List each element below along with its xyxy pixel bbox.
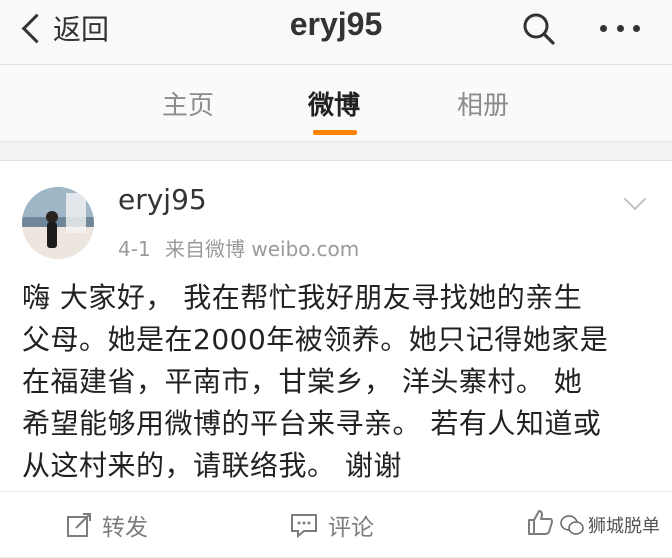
tab-weibo[interactable]: 微博	[308, 85, 360, 122]
comment-icon	[291, 514, 317, 538]
repost-button[interactable]: 转发	[66, 508, 148, 542]
active-tab-indicator	[313, 130, 357, 135]
repost-icon	[67, 513, 91, 537]
comment-label: 评论	[328, 515, 374, 541]
avatar[interactable]	[22, 187, 94, 259]
top-navigation-bar: 返回 eryj95	[0, 0, 672, 65]
post-source: 来自微博 weibo.com	[165, 237, 360, 261]
search-icon[interactable]	[522, 12, 556, 46]
post-meta: 4-1 来自微博 weibo.com	[118, 233, 359, 262]
post-content-line: 希望能够用微博的平台来寻亲。 若有人知道或	[22, 407, 602, 440]
post-content-line: 在福建省，平南市，甘棠乡， 洋头寨村。 她	[22, 365, 583, 398]
post-date: 4-1	[118, 237, 151, 261]
tab-home[interactable]: 主页	[162, 85, 214, 122]
tab-album[interactable]: 相册	[457, 85, 509, 122]
thumbs-up-icon	[528, 510, 553, 535]
post-content-line: 父母。她是在2000年被领养。她只记得她家是	[22, 323, 609, 356]
watermark: 狮城脱单	[560, 512, 660, 538]
page-title: eryj95	[289, 6, 383, 42]
post-options-chevron-icon[interactable]	[623, 187, 647, 211]
post-content: 嗨 大家好， 我在帮忙我好朋友寻找她的亲生 父母。她是在2000年被领养。她只记…	[22, 277, 652, 487]
post-content-line: 嗨 大家好， 我在帮忙我好朋友寻找她的亲生	[22, 281, 583, 314]
watermark-text: 狮城脱单	[588, 516, 660, 537]
weibo-post-card: eryj95 4-1 来自微博 weibo.com 嗨 大家好， 我在帮忙我好朋…	[0, 160, 672, 557]
like-button[interactable]	[526, 508, 564, 536]
wechat-icon	[560, 515, 584, 535]
more-options-icon[interactable]	[600, 18, 640, 38]
repost-label: 转发	[102, 515, 148, 541]
post-content-line: 从这村来的，请联络我。 谢谢	[22, 449, 402, 482]
comment-button[interactable]: 评论	[290, 508, 374, 542]
post-username[interactable]: eryj95	[118, 183, 207, 216]
